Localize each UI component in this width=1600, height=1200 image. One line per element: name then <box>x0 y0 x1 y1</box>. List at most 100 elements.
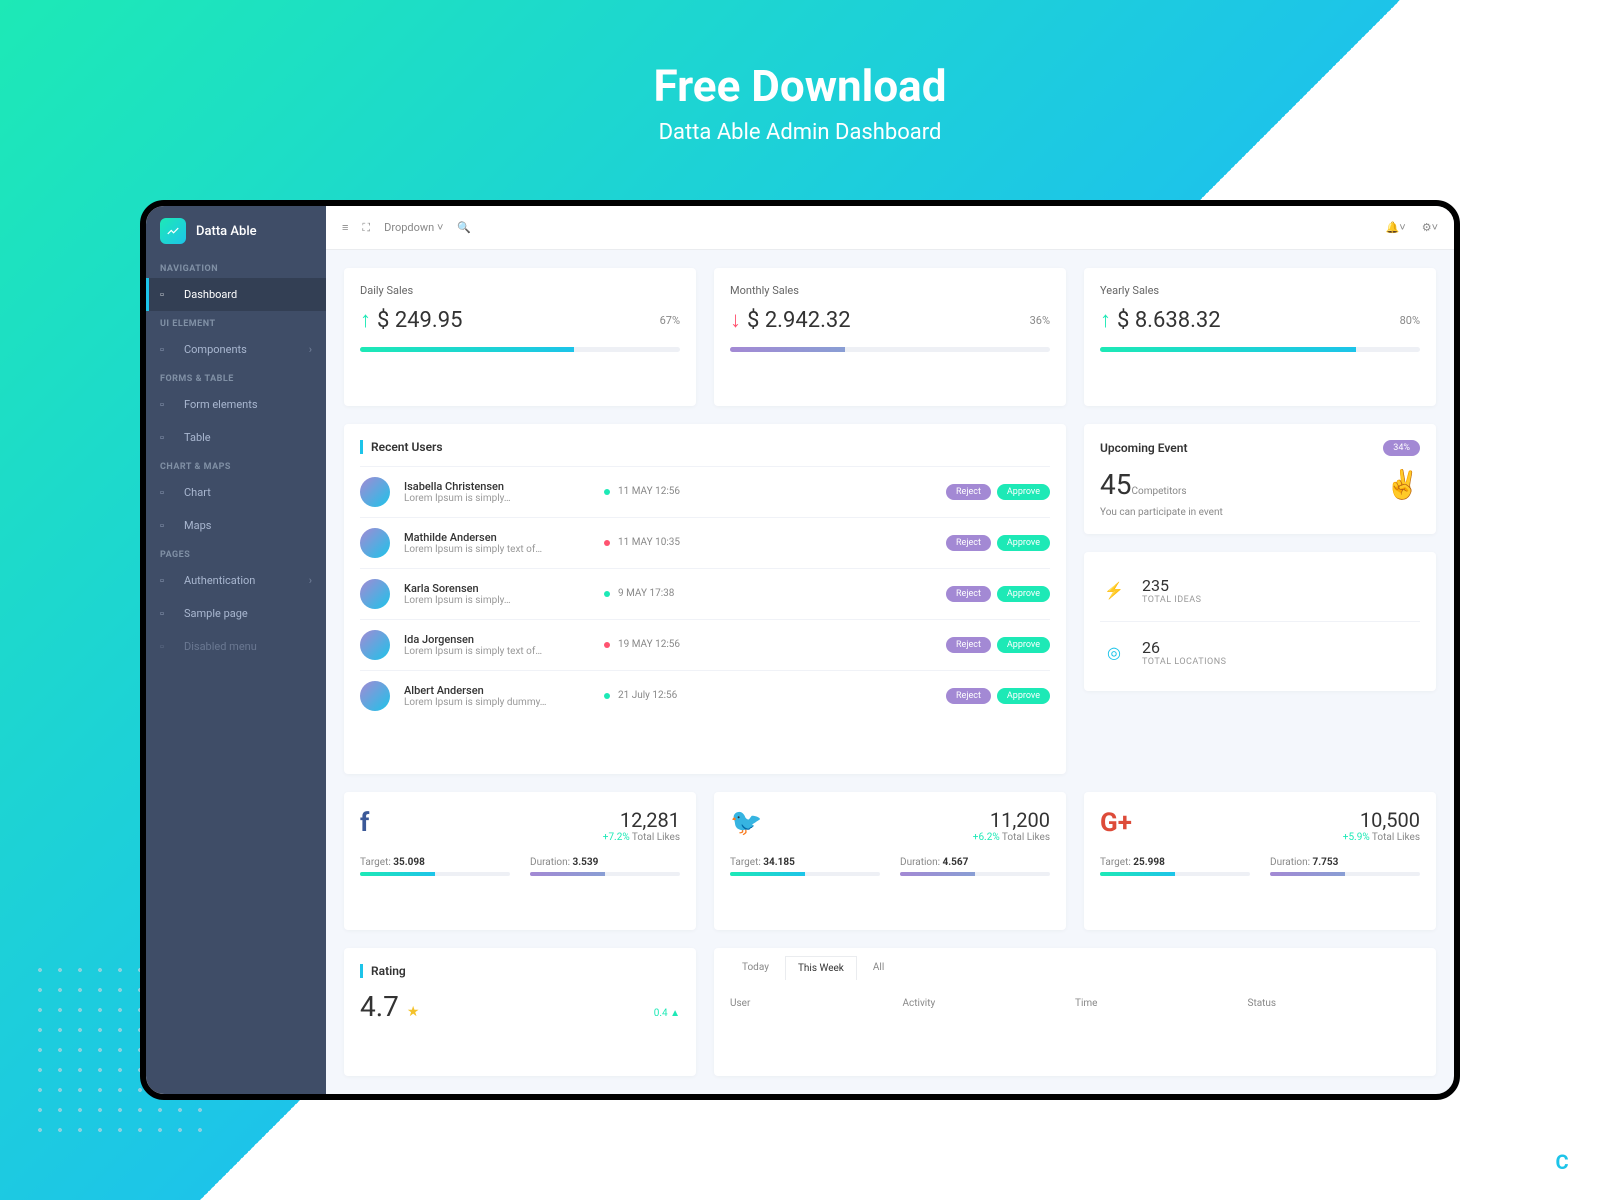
settings-icon[interactable]: ⚙˅ <box>1422 221 1438 234</box>
sidebar-item-dashboard[interactable]: ▫Dashboard <box>146 278 326 311</box>
stat-num: 26 <box>1142 638 1226 657</box>
brand[interactable]: Datta Able <box>146 206 326 256</box>
social-target: Target: 35.098 <box>360 857 510 876</box>
avatar <box>360 681 390 711</box>
user-name: Isabella Christensen <box>404 480 604 493</box>
nav-icon: ▫ <box>160 640 174 653</box>
user-sub: Lorem Ipsum is simply text of… <box>404 646 604 657</box>
sidebar-item-authentication[interactable]: ▫Authentication› <box>146 564 326 597</box>
col-status: Status <box>1248 998 1421 1009</box>
social-duration: Duration: 3.539 <box>530 857 680 876</box>
user-date: 19 MAY 12:56 <box>604 639 734 650</box>
approve-button[interactable]: Approve <box>997 535 1050 551</box>
status-dot <box>604 693 610 699</box>
reject-button[interactable]: Reject <box>946 586 991 602</box>
sales-card-daily-sales: Daily Sales↑$ 249.9567% <box>344 268 696 406</box>
sales-amount: ↓$ 2.942.32 <box>730 307 851 333</box>
sidebar: Datta Able NAVIGATION▫DashboardUI ELEMEN… <box>146 206 326 1094</box>
stat-label: TOTAL LOCATIONS <box>1142 657 1226 667</box>
rating-title: Rating <box>360 964 680 978</box>
sales-label: Yearly Sales <box>1100 284 1420 297</box>
social-target: Target: 25.998 <box>1100 857 1250 876</box>
user-name: Karla Sorensen <box>404 582 604 595</box>
stat-row: ⚡235TOTAL IDEAS <box>1100 568 1420 613</box>
reject-button[interactable]: Reject <box>946 688 991 704</box>
user-row: Mathilde AndersenLorem Ipsum is simply t… <box>360 517 1050 568</box>
user-row: Karla SorensenLorem Ipsum is simply…9 MA… <box>360 568 1050 619</box>
social-card-google-plus: G+10,500+5.9% Total LikesTarget: 25.998D… <box>1084 792 1436 930</box>
user-sub: Lorem Ipsum is simply… <box>404 493 604 504</box>
social-count: 12,281 <box>603 808 680 832</box>
event-badge: 34% <box>1383 440 1420 456</box>
tab-all[interactable]: All <box>861 956 896 980</box>
user-date: 11 MAY 10:35 <box>604 537 734 548</box>
social-card-twitter: 🐦11,200+6.2% Total LikesTarget: 34.185Du… <box>714 792 1066 930</box>
event-count: 45 <box>1100 468 1131 501</box>
tab-today[interactable]: Today <box>730 956 781 980</box>
tab-this-week[interactable]: This Week <box>785 956 857 980</box>
content: Daily Sales↑$ 249.9567%Monthly Sales↓$ 2… <box>326 250 1454 1094</box>
user-sub: Lorem Ipsum is simply text of… <box>404 544 604 555</box>
nav-section-label: CHART & MAPS <box>146 454 326 476</box>
star-icon: ★ <box>407 1004 420 1020</box>
user-name: Mathilde Andersen <box>404 531 604 544</box>
social-card-facebook: f12,281+7.2% Total LikesTarget: 35.098Du… <box>344 792 696 930</box>
menu-toggle-icon[interactable]: ≡ <box>342 221 348 234</box>
sidebar-item-table[interactable]: ▫Table <box>146 421 326 454</box>
avatar <box>360 630 390 660</box>
google-plus-icon: G+ <box>1100 808 1132 838</box>
user-sub: Lorem Ipsum is simply… <box>404 595 604 606</box>
nav-label: Dashboard <box>184 288 237 301</box>
sales-label: Daily Sales <box>360 284 680 297</box>
nav-section-label: NAVIGATION <box>146 256 326 278</box>
fullscreen-icon[interactable]: ⛶ <box>362 221 370 235</box>
user-date: 9 MAY 17:38 <box>604 588 734 599</box>
col-time: Time <box>1075 998 1248 1009</box>
reject-button[interactable]: Reject <box>946 484 991 500</box>
approve-button[interactable]: Approve <box>997 688 1050 704</box>
nav-label: Sample page <box>184 607 248 620</box>
peace-icon: ✌ <box>1385 468 1420 501</box>
search-icon[interactable]: 🔍 <box>457 221 471 234</box>
recent-users-title: Recent Users <box>360 440 1050 454</box>
user-row: Albert AndersenLorem Ipsum is simply dum… <box>360 670 1050 721</box>
nav-label: Authentication <box>184 574 255 587</box>
stat-label: TOTAL IDEAS <box>1142 595 1201 605</box>
social-count: 11,200 <box>973 808 1050 832</box>
user-name: Albert Andersen <box>404 684 604 697</box>
stat-row: ◎26TOTAL LOCATIONS <box>1100 621 1420 675</box>
event-title: Upcoming Event <box>1100 441 1187 455</box>
sidebar-item-chart[interactable]: ▫Chart <box>146 476 326 509</box>
user-date: 11 MAY 12:56 <box>604 486 734 497</box>
sidebar-item-sample-page[interactable]: ▫ Sample page <box>146 597 326 630</box>
topbar-dropdown[interactable]: Dropdown ˅ <box>384 221 443 234</box>
social-sub: +7.2% Total Likes <box>603 832 680 843</box>
nav-icon: ▫ <box>160 431 174 444</box>
approve-button[interactable]: Approve <box>997 637 1050 653</box>
reject-button[interactable]: Reject <box>946 535 991 551</box>
sales-amount: ↑$ 8.638.32 <box>1100 307 1221 333</box>
stat-num: 235 <box>1142 576 1201 595</box>
nav-section-label: FORMS & TABLE <box>146 366 326 388</box>
nav-icon: ▫ <box>160 343 174 356</box>
sidebar-item-maps[interactable]: ▫Maps <box>146 509 326 542</box>
chevron-right-icon: › <box>309 343 312 356</box>
social-duration: Duration: 4.567 <box>900 857 1050 876</box>
rating-value: 4.7 <box>360 990 399 1023</box>
event-sub: You can participate in event <box>1100 507 1420 518</box>
approve-button[interactable]: Approve <box>997 484 1050 500</box>
sales-amount: ↑$ 249.95 <box>360 307 462 333</box>
app-frame: Datta Able NAVIGATION▫DashboardUI ELEMEN… <box>140 200 1460 1100</box>
sidebar-item-components[interactable]: ▫Components› <box>146 333 326 366</box>
reject-button[interactable]: Reject <box>946 637 991 653</box>
twitter-icon: 🐦 <box>730 808 762 838</box>
nav-icon: ▫ <box>160 607 174 620</box>
sidebar-item-form-elements[interactable]: ▫Form elements <box>146 388 326 421</box>
promo-subtitle: Datta Able Admin Dashboard <box>0 120 1600 145</box>
topbar: ≡ ⛶ Dropdown ˅ 🔍 🔔˅ ⚙˅ <box>326 206 1454 250</box>
recent-users-card: Recent Users Isabella ChristensenLorem I… <box>344 424 1066 775</box>
chevron-right-icon: › <box>309 574 312 587</box>
status-dot <box>604 540 610 546</box>
approve-button[interactable]: Approve <box>997 586 1050 602</box>
notifications-icon[interactable]: 🔔˅ <box>1386 221 1406 234</box>
